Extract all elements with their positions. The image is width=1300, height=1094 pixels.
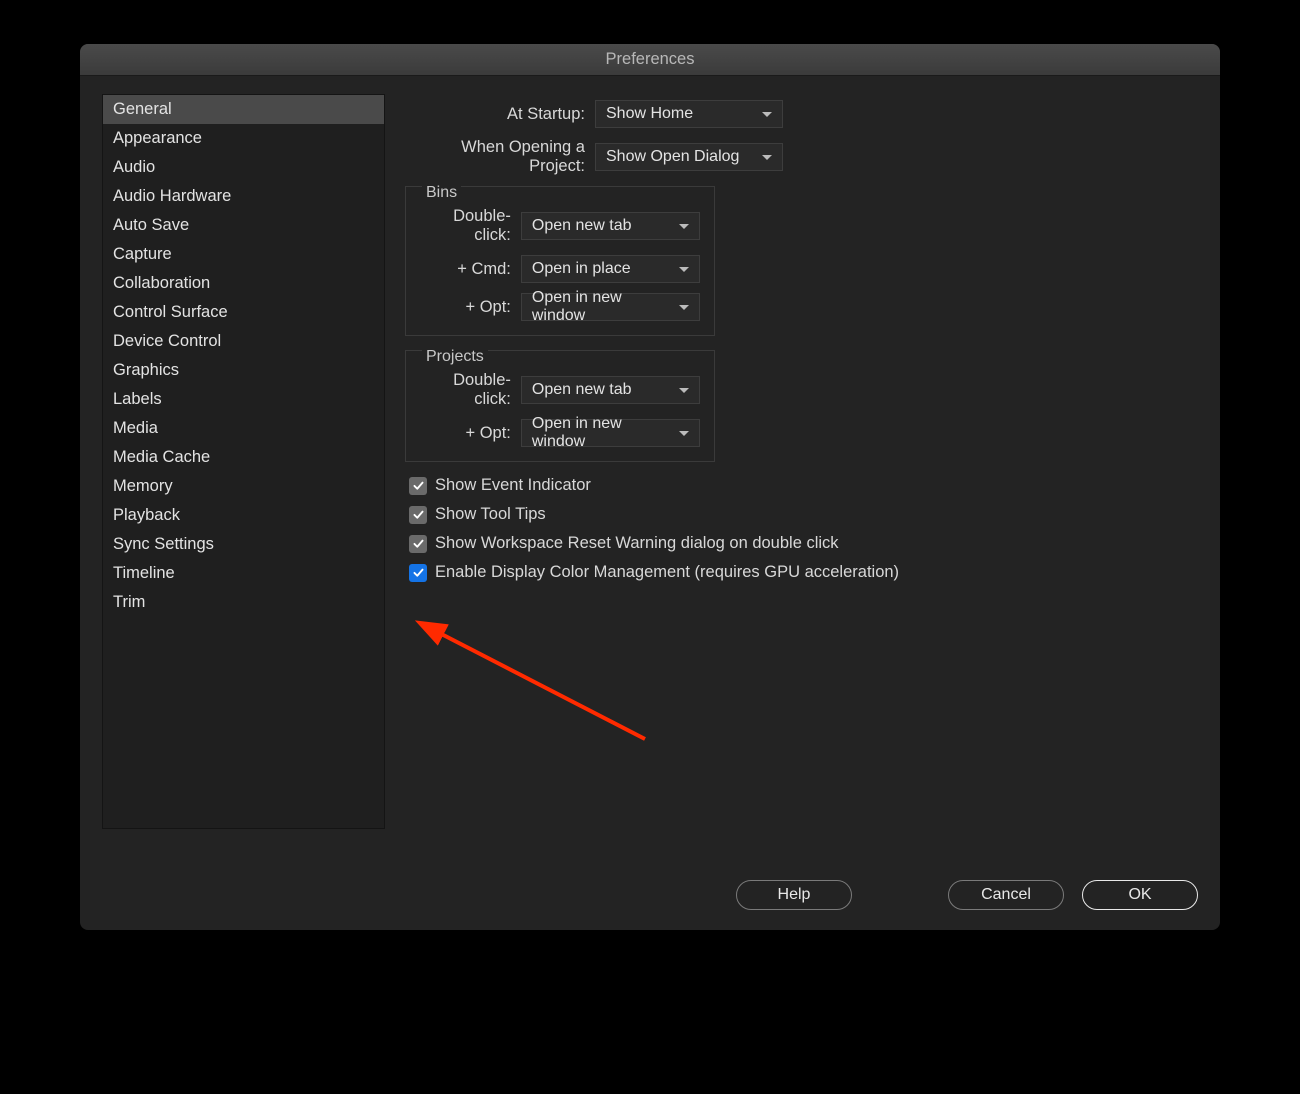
ok-button[interactable]: OK xyxy=(1082,880,1198,910)
checkbox-icon xyxy=(409,535,427,553)
checkbox-color-management[interactable]: Enable Display Color Management (require… xyxy=(409,563,1198,582)
bins-opt-label: + Opt: xyxy=(420,298,511,317)
sidebar-item-audio-hardware[interactable]: Audio Hardware xyxy=(103,182,384,211)
projects-legend: Projects xyxy=(422,348,488,366)
sidebar: General Appearance Audio Audio Hardware … xyxy=(102,94,385,829)
sidebar-item-timeline[interactable]: Timeline xyxy=(103,559,384,588)
titlebar: Preferences xyxy=(80,44,1220,76)
sidebar-item-media[interactable]: Media xyxy=(103,414,384,443)
sidebar-item-auto-save[interactable]: Auto Save xyxy=(103,211,384,240)
sidebar-item-memory[interactable]: Memory xyxy=(103,472,384,501)
checkbox-tool-tips[interactable]: Show Tool Tips xyxy=(409,505,1198,524)
projects-group: Projects Double-click: Open new tab + Op… xyxy=(405,350,715,462)
sidebar-item-collaboration[interactable]: Collaboration xyxy=(103,269,384,298)
open-project-value: Show Open Dialog xyxy=(606,148,739,166)
sidebar-item-graphics[interactable]: Graphics xyxy=(103,356,384,385)
sidebar-item-labels[interactable]: Labels xyxy=(103,385,384,414)
checkbox-icon xyxy=(409,477,427,495)
sidebar-item-general[interactable]: General xyxy=(103,95,384,124)
open-project-label: When Opening a Project: xyxy=(405,138,585,176)
checkbox-icon xyxy=(409,506,427,524)
at-startup-select[interactable]: Show Home xyxy=(595,100,783,128)
sidebar-item-appearance[interactable]: Appearance xyxy=(103,124,384,153)
sidebar-item-sync-settings[interactable]: Sync Settings xyxy=(103,530,384,559)
at-startup-label: At Startup: xyxy=(405,105,585,124)
cancel-button[interactable]: Cancel xyxy=(948,880,1064,910)
bins-cmd-select[interactable]: Open in place xyxy=(521,255,700,283)
sidebar-item-capture[interactable]: Capture xyxy=(103,240,384,269)
bins-double-click-label: Double-click: xyxy=(420,207,511,245)
checkbox-label: Show Tool Tips xyxy=(435,505,546,524)
checkbox-label: Show Event Indicator xyxy=(435,476,591,495)
help-button[interactable]: Help xyxy=(736,880,852,910)
bins-legend: Bins xyxy=(422,184,461,202)
footer: Help Cancel OK xyxy=(102,866,1198,910)
sidebar-item-playback[interactable]: Playback xyxy=(103,501,384,530)
chevron-down-icon xyxy=(679,224,689,229)
sidebar-item-trim[interactable]: Trim xyxy=(103,588,384,617)
chevron-down-icon xyxy=(679,388,689,393)
projects-opt-select[interactable]: Open in new window xyxy=(521,419,700,447)
checkbox-workspace-reset[interactable]: Show Workspace Reset Warning dialog on d… xyxy=(409,534,1198,553)
window-title: Preferences xyxy=(606,50,695,69)
chevron-down-icon xyxy=(679,305,689,310)
projects-double-click-select[interactable]: Open new tab xyxy=(521,376,700,404)
chevron-down-icon xyxy=(679,267,689,272)
sidebar-item-device-control[interactable]: Device Control xyxy=(103,327,384,356)
sidebar-item-audio[interactable]: Audio xyxy=(103,153,384,182)
bins-cmd-label: + Cmd: xyxy=(420,260,511,279)
sidebar-item-control-surface[interactable]: Control Surface xyxy=(103,298,384,327)
checkbox-label: Enable Display Color Management (require… xyxy=(435,563,899,582)
bins-double-click-select[interactable]: Open new tab xyxy=(521,212,700,240)
checkbox-label: Show Workspace Reset Warning dialog on d… xyxy=(435,534,839,553)
general-panel: At Startup: Show Home When Opening a Pro… xyxy=(405,94,1198,866)
checkbox-event-indicator[interactable]: Show Event Indicator xyxy=(409,476,1198,495)
chevron-down-icon xyxy=(762,155,772,160)
chevron-down-icon xyxy=(679,431,689,436)
sidebar-item-media-cache[interactable]: Media Cache xyxy=(103,443,384,472)
projects-opt-label: + Opt: xyxy=(420,424,511,443)
bins-opt-select[interactable]: Open in new window xyxy=(521,293,700,321)
checkbox-icon xyxy=(409,564,427,582)
chevron-down-icon xyxy=(762,112,772,117)
at-startup-value: Show Home xyxy=(606,105,693,123)
preferences-window: Preferences General Appearance Audio Aud… xyxy=(80,44,1220,930)
bins-group: Bins Double-click: Open new tab + Cmd: O… xyxy=(405,186,715,336)
open-project-select[interactable]: Show Open Dialog xyxy=(595,143,783,171)
projects-double-click-label: Double-click: xyxy=(420,371,511,409)
